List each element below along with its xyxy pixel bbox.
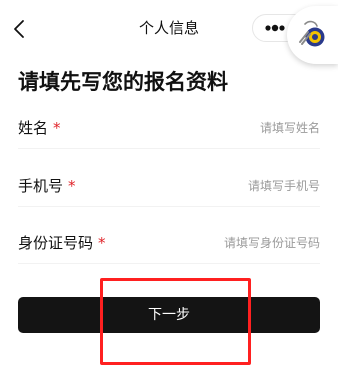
- form-heading: 请填先写您的报名资料: [18, 70, 228, 94]
- required-mark: *: [68, 177, 76, 195]
- next-button[interactable]: 下一步: [18, 297, 320, 333]
- more-button[interactable]: [262, 15, 288, 41]
- name-input[interactable]: [170, 117, 320, 139]
- name-label-group: 姓名 *: [18, 117, 61, 139]
- floating-service-widget[interactable]: [287, 6, 338, 64]
- phone-label-group: 手机号 *: [18, 175, 76, 197]
- required-mark: *: [98, 234, 106, 252]
- phone-row: 手机号 *: [18, 167, 320, 207]
- id-number-label: 身份证号码: [18, 234, 94, 252]
- name-row: 姓名 *: [18, 109, 320, 149]
- nav-bar: 个人信息: [0, 0, 338, 64]
- required-mark: *: [53, 119, 61, 137]
- phone-input[interactable]: [170, 175, 320, 197]
- id-number-label-group: 身份证号码 *: [18, 232, 106, 254]
- more-dots-icon: [265, 24, 285, 32]
- name-label: 姓名: [18, 119, 49, 137]
- phone-label: 手机号: [18, 177, 64, 195]
- page: 个人信息 请填先写您的报名资料 姓名 * 请填写姓名 手机号 * 请填写手机号 …: [0, 0, 338, 377]
- id-number-input[interactable]: [170, 232, 320, 254]
- id-number-row: 身份证号码 *: [18, 224, 320, 264]
- emblem-icon: [299, 20, 325, 47]
